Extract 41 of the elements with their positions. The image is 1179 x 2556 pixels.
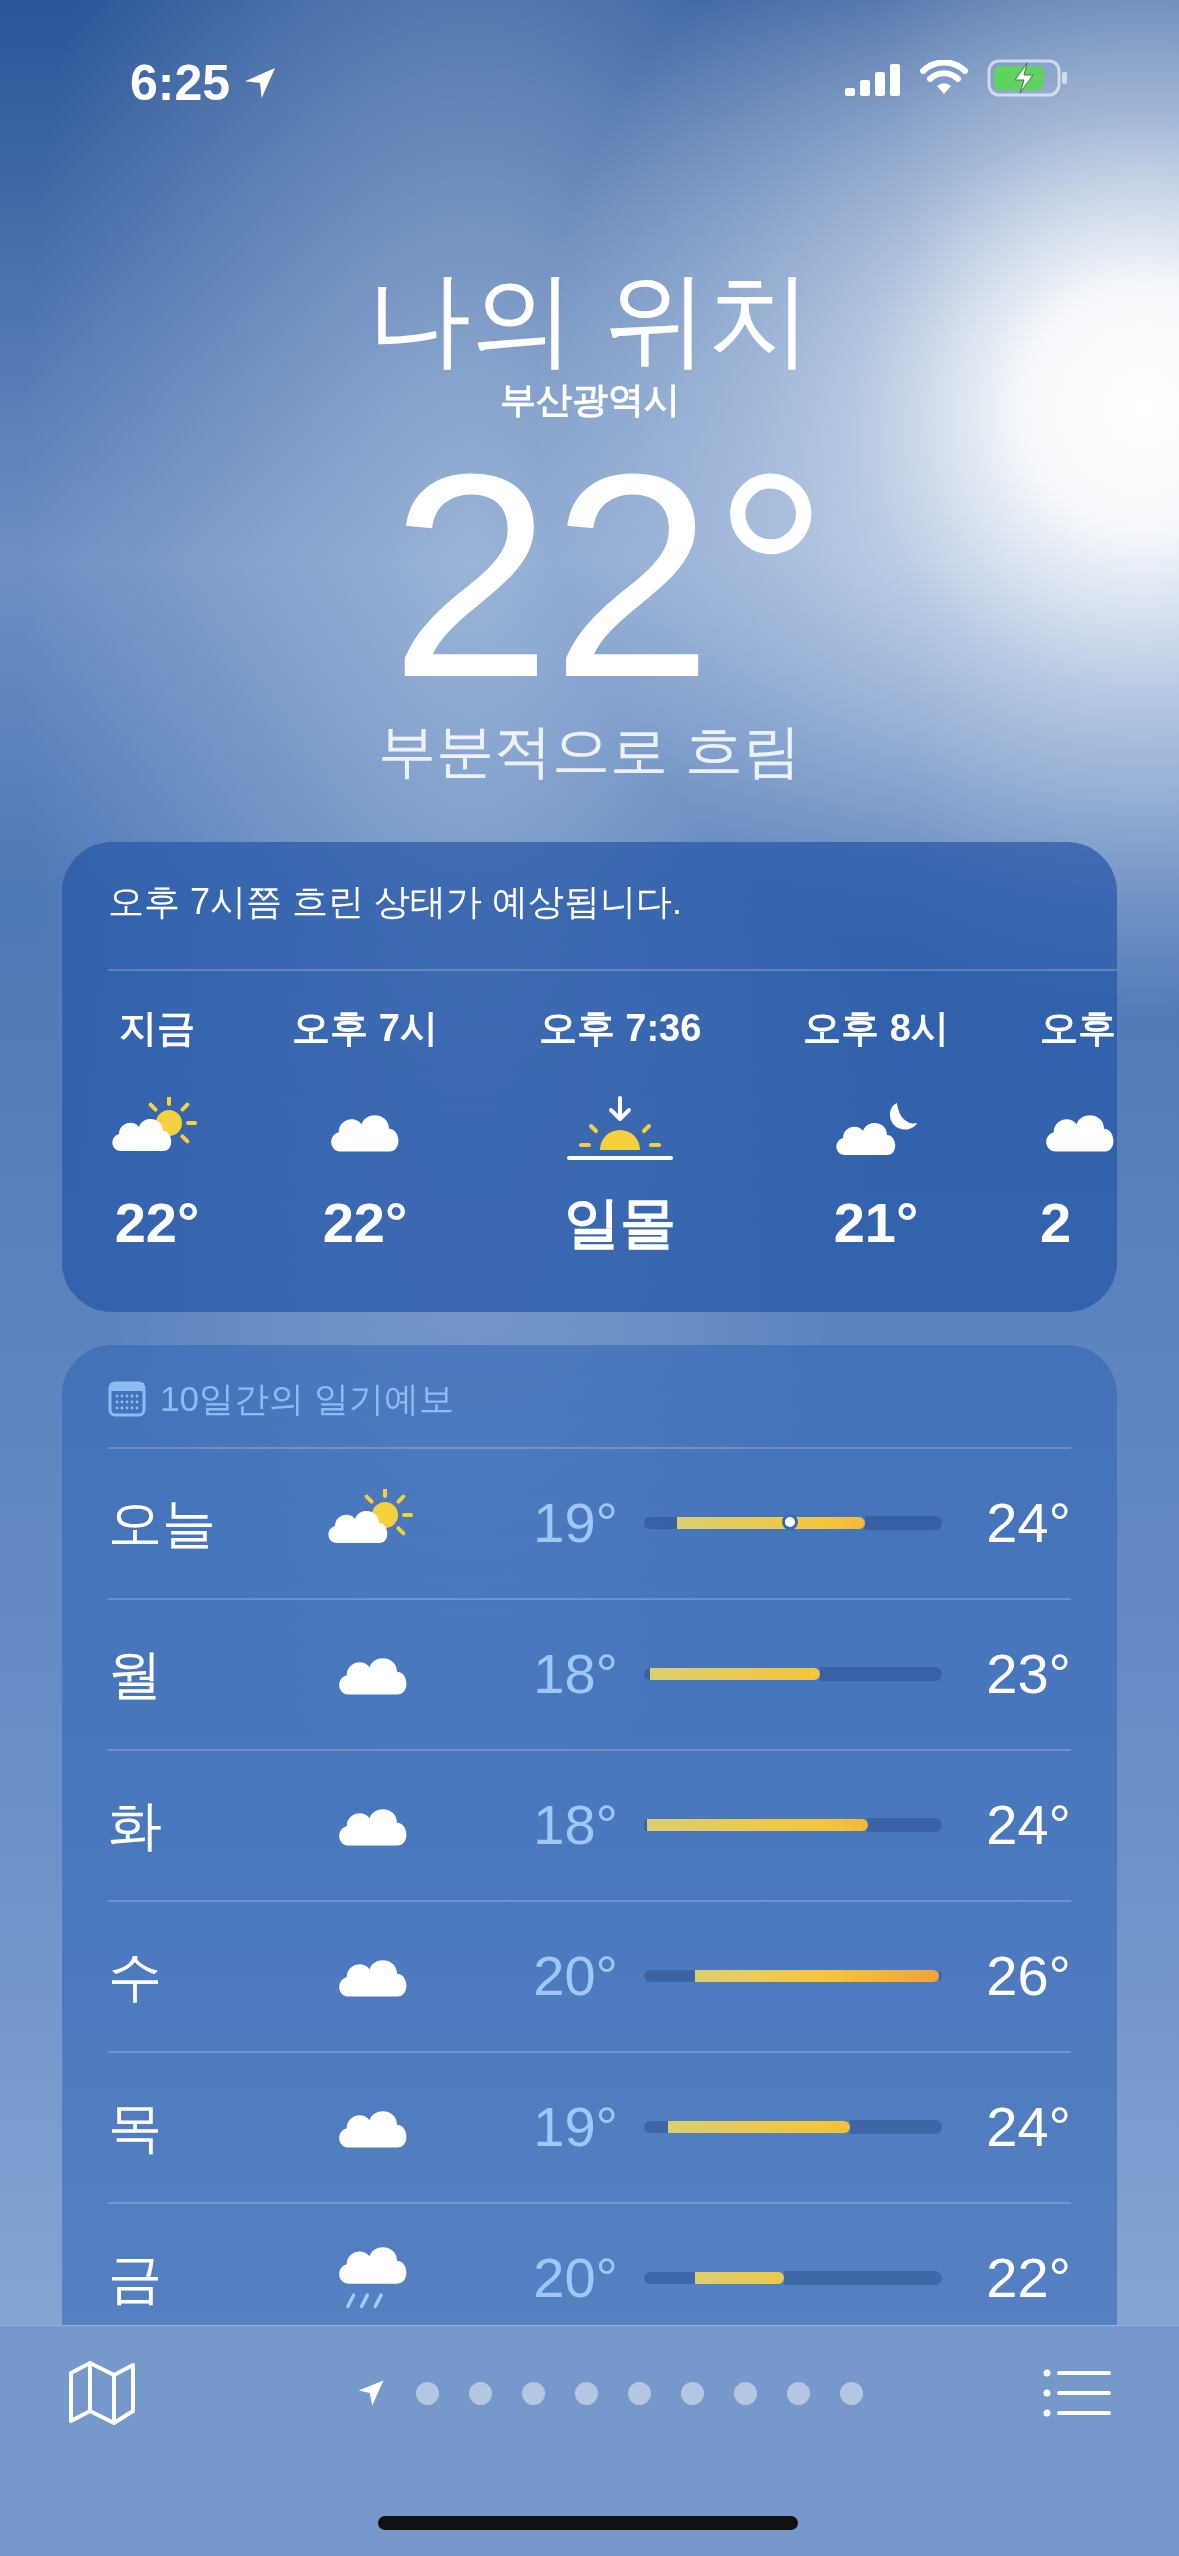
wifi-icon <box>919 60 969 96</box>
day-label: 금 <box>108 2251 163 2306</box>
forecast-title: 10일간의 일기예보 <box>160 1381 454 1417</box>
status-time: 6:25 <box>130 58 231 108</box>
day-label: 목 <box>108 2100 163 2155</box>
low-temperature: 20° <box>532 2250 618 2307</box>
hour-temperature: 2 <box>1040 1194 1072 1251</box>
day-label: 오늘 <box>108 1496 217 1551</box>
hour-label: 오후 7시 <box>292 1008 438 1047</box>
low-temperature: 18° <box>532 1797 618 1854</box>
hour-label: 지금 <box>119 1008 195 1047</box>
day-label: 화 <box>108 1798 163 1853</box>
location-arrow-icon[interactable] <box>356 2378 386 2408</box>
high-temperature: 24° <box>985 1797 1071 1854</box>
day-label: 월 <box>108 1647 163 1702</box>
high-temperature: 22° <box>985 2250 1071 2307</box>
high-temperature: 26° <box>985 1948 1071 2005</box>
calendar-icon <box>108 1380 146 1417</box>
hour-label: 오후 <box>1040 1008 1116 1047</box>
low-temperature: 19° <box>532 1495 618 1552</box>
weather-condition: 부분적으로 흐림 <box>378 721 801 780</box>
low-temperature: 19° <box>532 2099 618 2156</box>
hour-temperature: 21° <box>833 1194 919 1251</box>
hour-label: 오후 7:36 <box>538 1008 702 1047</box>
high-temperature: 23° <box>985 1646 1071 1703</box>
current-temperature: 22° <box>390 438 829 714</box>
low-temperature: 20° <box>532 1948 618 2005</box>
high-temperature: 24° <box>985 1495 1071 1552</box>
city-name: 부산광역시 <box>499 382 680 419</box>
hour-label: 오후 8시 <box>803 1008 949 1047</box>
hour-temperature: 22° <box>322 1194 408 1251</box>
day-label: 수 <box>108 1949 163 2004</box>
hour-temperature: 일몰 <box>564 1194 676 1251</box>
location-title: 나의 위치 <box>367 265 812 375</box>
map-icon[interactable] <box>68 2361 136 2425</box>
hour-temperature: 22° <box>114 1194 200 1251</box>
list-icon[interactable] <box>1043 2369 1111 2417</box>
battery-charging-icon <box>987 58 1069 98</box>
forecast-summary: 오후 7시쯤 흐린 상태가 예상됩니다. <box>107 879 684 923</box>
high-temperature: 24° <box>985 2099 1071 2156</box>
low-temperature: 18° <box>532 1646 618 1703</box>
